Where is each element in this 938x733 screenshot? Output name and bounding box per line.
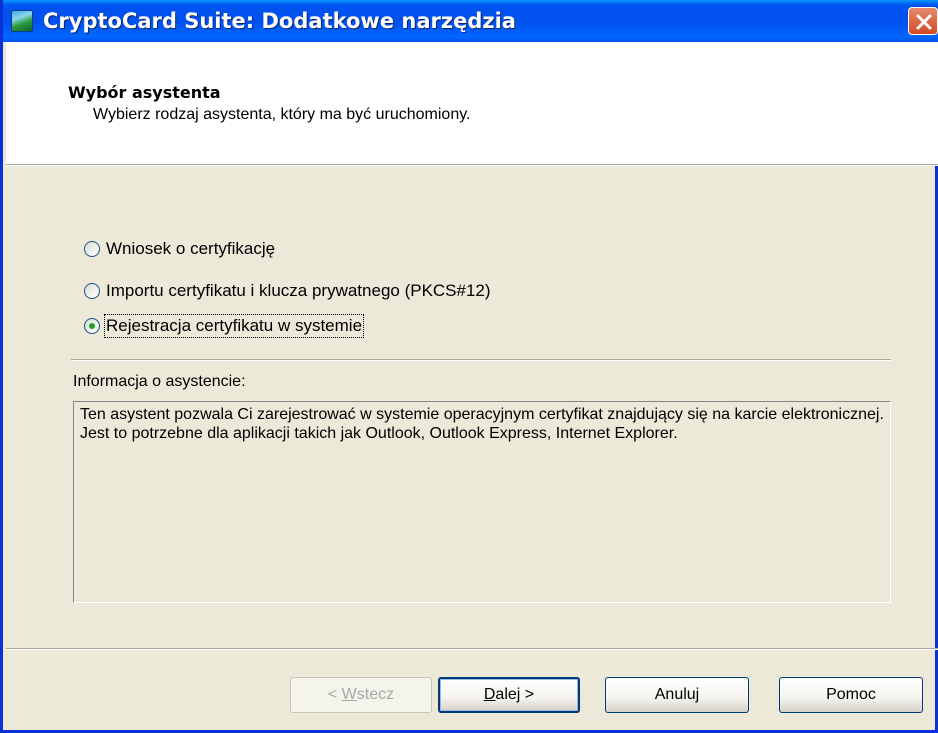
options-separator	[71, 359, 891, 361]
dialog-window: CryptoCard Suite: Dodatkowe narzędzia Wy…	[0, 0, 938, 733]
option-register-certificate[interactable]: Rejestracja certyfikatu w systemie	[84, 314, 365, 338]
cancel-button[interactable]: Anuluj	[605, 677, 749, 713]
next-button[interactable]: Dalej >	[438, 677, 580, 713]
page-subtitle: Wybierz rodzaj asystenta, który ma być u…	[93, 106, 471, 123]
option-certificate-request[interactable]: Wniosek o certyfikację	[84, 238, 275, 260]
back-button[interactable]: < Wstecz	[290, 677, 432, 713]
next-rest: alej >	[495, 686, 535, 703]
wizard-header: Wybór asystenta Wybierz rodzaj asystenta…	[6, 42, 938, 164]
cryptocard-app-icon	[11, 10, 33, 32]
radio-button-selected[interactable]	[84, 318, 100, 334]
header-separator	[6, 164, 938, 166]
back-prefix: <	[327, 686, 342, 703]
option-label[interactable]: Rejestracja certyfikatu w systemie	[103, 314, 365, 338]
page-title: Wybór asystenta	[68, 83, 221, 102]
title-bar[interactable]: CryptoCard Suite: Dodatkowe narzędzia	[3, 0, 938, 42]
info-text: Ten asystent pozwala Ci zarejestrować w …	[80, 406, 884, 442]
next-accel: D	[483, 686, 496, 703]
info-label: Informacja o asystencie:	[73, 373, 246, 390]
footer-separator	[6, 648, 938, 650]
close-button[interactable]	[908, 7, 938, 35]
help-button[interactable]: Pomoc	[779, 677, 923, 713]
option-label[interactable]: Importu certyfikatu i klucza prywatnego …	[106, 281, 491, 301]
back-rest: stecz	[356, 686, 395, 703]
back-accel: W	[341, 686, 357, 703]
radio-button[interactable]	[84, 283, 100, 299]
radio-button[interactable]	[84, 241, 100, 257]
option-label[interactable]: Wniosek o certyfikację	[106, 239, 275, 259]
info-text-box: Ten asystent pozwala Ci zarejestrować w …	[73, 401, 891, 603]
window-title: CryptoCard Suite: Dodatkowe narzędzia	[43, 9, 516, 33]
option-import-pkcs12[interactable]: Importu certyfikatu i klucza prywatnego …	[84, 280, 491, 302]
close-icon	[916, 14, 932, 30]
